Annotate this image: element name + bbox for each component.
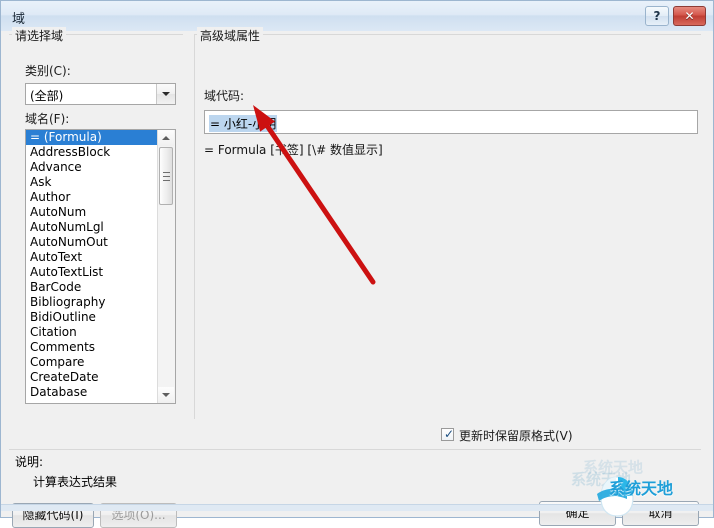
advanced-props-group-label: 高级域属性 — [197, 27, 264, 44]
fieldcode-input[interactable]: = 小红-小明 — [204, 110, 698, 134]
list-item[interactable]: Comments — [26, 340, 159, 355]
list-item[interactable]: BarCode — [26, 280, 159, 295]
list-item[interactable]: AutoNumLgl — [26, 220, 159, 235]
description-text: 计算表达式结果 — [33, 475, 118, 489]
fieldname-label: 域名(F): — [25, 112, 70, 126]
scroll-up-icon[interactable] — [158, 130, 174, 146]
list-item[interactable]: BidiOutline — [26, 310, 159, 325]
advanced-props-group-line — [194, 34, 701, 35]
list-item[interactable]: AutoNumOut — [26, 235, 159, 250]
description-separator — [9, 449, 701, 450]
panel-divider — [194, 34, 195, 419]
list-item[interactable]: Compare — [26, 355, 159, 370]
list-item[interactable]: AutoText — [26, 250, 159, 265]
list-item[interactable]: Citation — [26, 325, 159, 340]
dialog-bottom-strip — [1, 504, 713, 511]
checkmark-icon: ✓ — [444, 427, 455, 441]
fieldcode-value: = 小红-小明 — [209, 115, 278, 132]
list-item[interactable]: AutoNum — [26, 205, 159, 220]
listbox-scrollbar[interactable] — [157, 130, 175, 403]
field-dialog-window: 域 ? ✕ 请选择域 高级域属性 类别(C): (全部) 域名(F): = (F… — [0, 0, 714, 528]
fieldname-list-items: = (Formula) AddressBlock Advance Ask Author A… — [26, 130, 159, 400]
list-item[interactable]: Advance — [26, 160, 159, 175]
fieldcode-syntax-hint: = Formula [书签] [\# 数值显示] — [204, 143, 383, 157]
list-item[interactable]: CreateDate — [26, 370, 159, 385]
checkbox-box[interactable]: ✓ — [441, 427, 455, 441]
list-item[interactable]: AddressBlock — [26, 145, 159, 160]
fieldname-listbox[interactable]: = (Formula) AddressBlock Advance Ask Author A… — [25, 129, 176, 404]
category-selected-value: (全部) — [30, 89, 64, 103]
select-field-group-label: 请选择域 — [12, 27, 67, 44]
scrollbar-thumb[interactable] — [159, 147, 173, 205]
list-item[interactable]: = (Formula) — [26, 130, 159, 145]
list-item[interactable]: AutoTextList — [26, 265, 159, 280]
fieldcode-label: 域代码: — [204, 89, 245, 103]
close-icon-button[interactable]: ✕ — [673, 6, 706, 26]
category-label: 类别(C): — [25, 64, 71, 78]
help-icon-button[interactable]: ? — [645, 6, 669, 26]
title-bar[interactable]: 域 ? ✕ — [1, 1, 713, 32]
dialog-client-area: 请选择域 高级域属性 类别(C): (全部) 域名(F): = (Formula… — [1, 27, 713, 528]
scroll-down-icon[interactable] — [158, 387, 174, 403]
list-item[interactable]: Bibliography — [26, 295, 159, 310]
window-title: 域 — [12, 12, 26, 27]
preserve-format-label: 更新时保留原格式(V) — [459, 429, 573, 443]
list-item[interactable]: Author — [26, 190, 159, 205]
category-combobox[interactable]: (全部) — [25, 83, 176, 105]
list-item[interactable]: Ask — [26, 175, 159, 190]
description-label: 说明: — [15, 455, 44, 469]
chevron-down-icon[interactable] — [156, 84, 175, 104]
list-item[interactable]: Database — [26, 385, 159, 400]
